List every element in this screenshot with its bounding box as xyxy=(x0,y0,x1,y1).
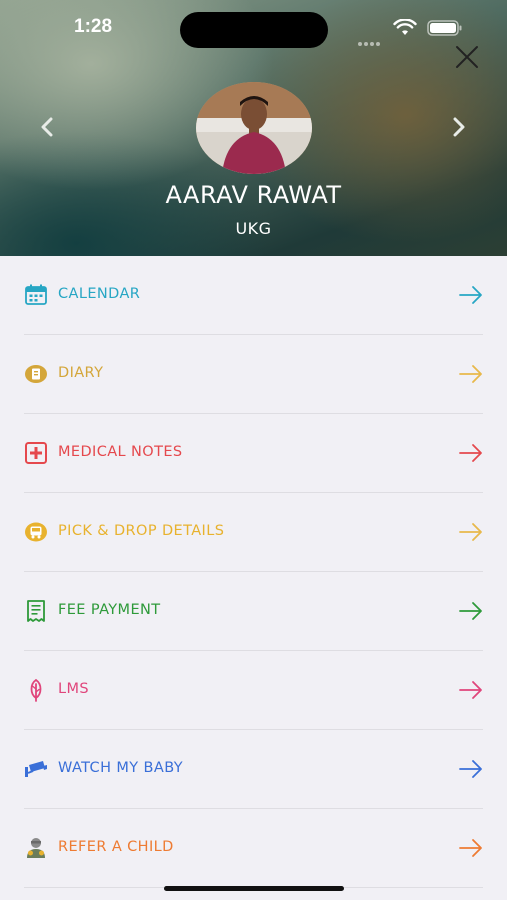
menu-item-lms[interactable]: LMS xyxy=(24,651,483,730)
bus-icon xyxy=(25,522,47,542)
menu-item-watch-my-baby[interactable]: WATCH MY BABY xyxy=(24,730,483,809)
previous-child-button[interactable] xyxy=(34,112,60,142)
arrow-right-icon xyxy=(459,444,482,462)
next-child-button[interactable] xyxy=(446,112,472,142)
menu-item-label: DIARY xyxy=(58,365,104,381)
arrow-right-icon xyxy=(459,760,482,778)
lms-icon xyxy=(30,678,42,702)
medical-icon xyxy=(25,442,47,464)
cellular-signal-icon xyxy=(358,31,386,46)
arrow-right-icon xyxy=(459,365,482,383)
menu-item-label: REFER A CHILD xyxy=(58,839,174,855)
menu-item-diary[interactable]: DIARY xyxy=(24,335,483,414)
camera-icon xyxy=(25,761,47,777)
menu-list: CALENDAR DIARY MEDICAL NOTES PICK & DROP… xyxy=(0,256,507,888)
home-indicator[interactable] xyxy=(164,886,344,891)
menu-item-label: PICK & DROP DETAILS xyxy=(58,523,225,539)
menu-item-label: CALENDAR xyxy=(58,286,141,302)
close-button[interactable] xyxy=(452,42,482,72)
status-time: 1:28 xyxy=(74,16,113,37)
receipt-icon xyxy=(27,600,45,622)
menu-item-medical-notes[interactable]: MEDICAL NOTES xyxy=(24,414,483,493)
menu-item-pick-drop-details[interactable]: PICK & DROP DETAILS xyxy=(24,493,483,572)
diary-icon xyxy=(25,365,47,383)
profile-header: 1:28 AARAV RAWAT UKG xyxy=(0,0,507,256)
arrow-right-icon xyxy=(459,681,482,699)
menu-item-calendar[interactable]: CALENDAR xyxy=(24,256,483,335)
menu-item-label: WATCH MY BABY xyxy=(58,760,184,776)
student-grade: UKG xyxy=(235,219,272,238)
menu-item-label: LMS xyxy=(58,681,89,697)
calendar-icon xyxy=(25,284,47,305)
arrow-right-icon xyxy=(459,523,482,541)
wifi-icon xyxy=(393,19,417,35)
avatar[interactable] xyxy=(196,82,312,174)
arrow-right-icon xyxy=(459,602,482,620)
refer-icon xyxy=(27,838,45,858)
student-name: AARAV RAWAT xyxy=(165,181,342,209)
arrow-right-icon xyxy=(459,286,482,304)
arrow-right-icon xyxy=(459,839,482,857)
menu-item-label: FEE PAYMENT xyxy=(58,602,161,618)
battery-icon xyxy=(427,20,462,36)
menu-item-fee-payment[interactable]: FEE PAYMENT xyxy=(24,572,483,651)
menu-item-label: MEDICAL NOTES xyxy=(58,444,183,460)
dynamic-island xyxy=(180,12,328,48)
menu-item-refer-a-child[interactable]: REFER A CHILD xyxy=(24,809,483,888)
status-bar: 1:28 xyxy=(0,0,507,56)
